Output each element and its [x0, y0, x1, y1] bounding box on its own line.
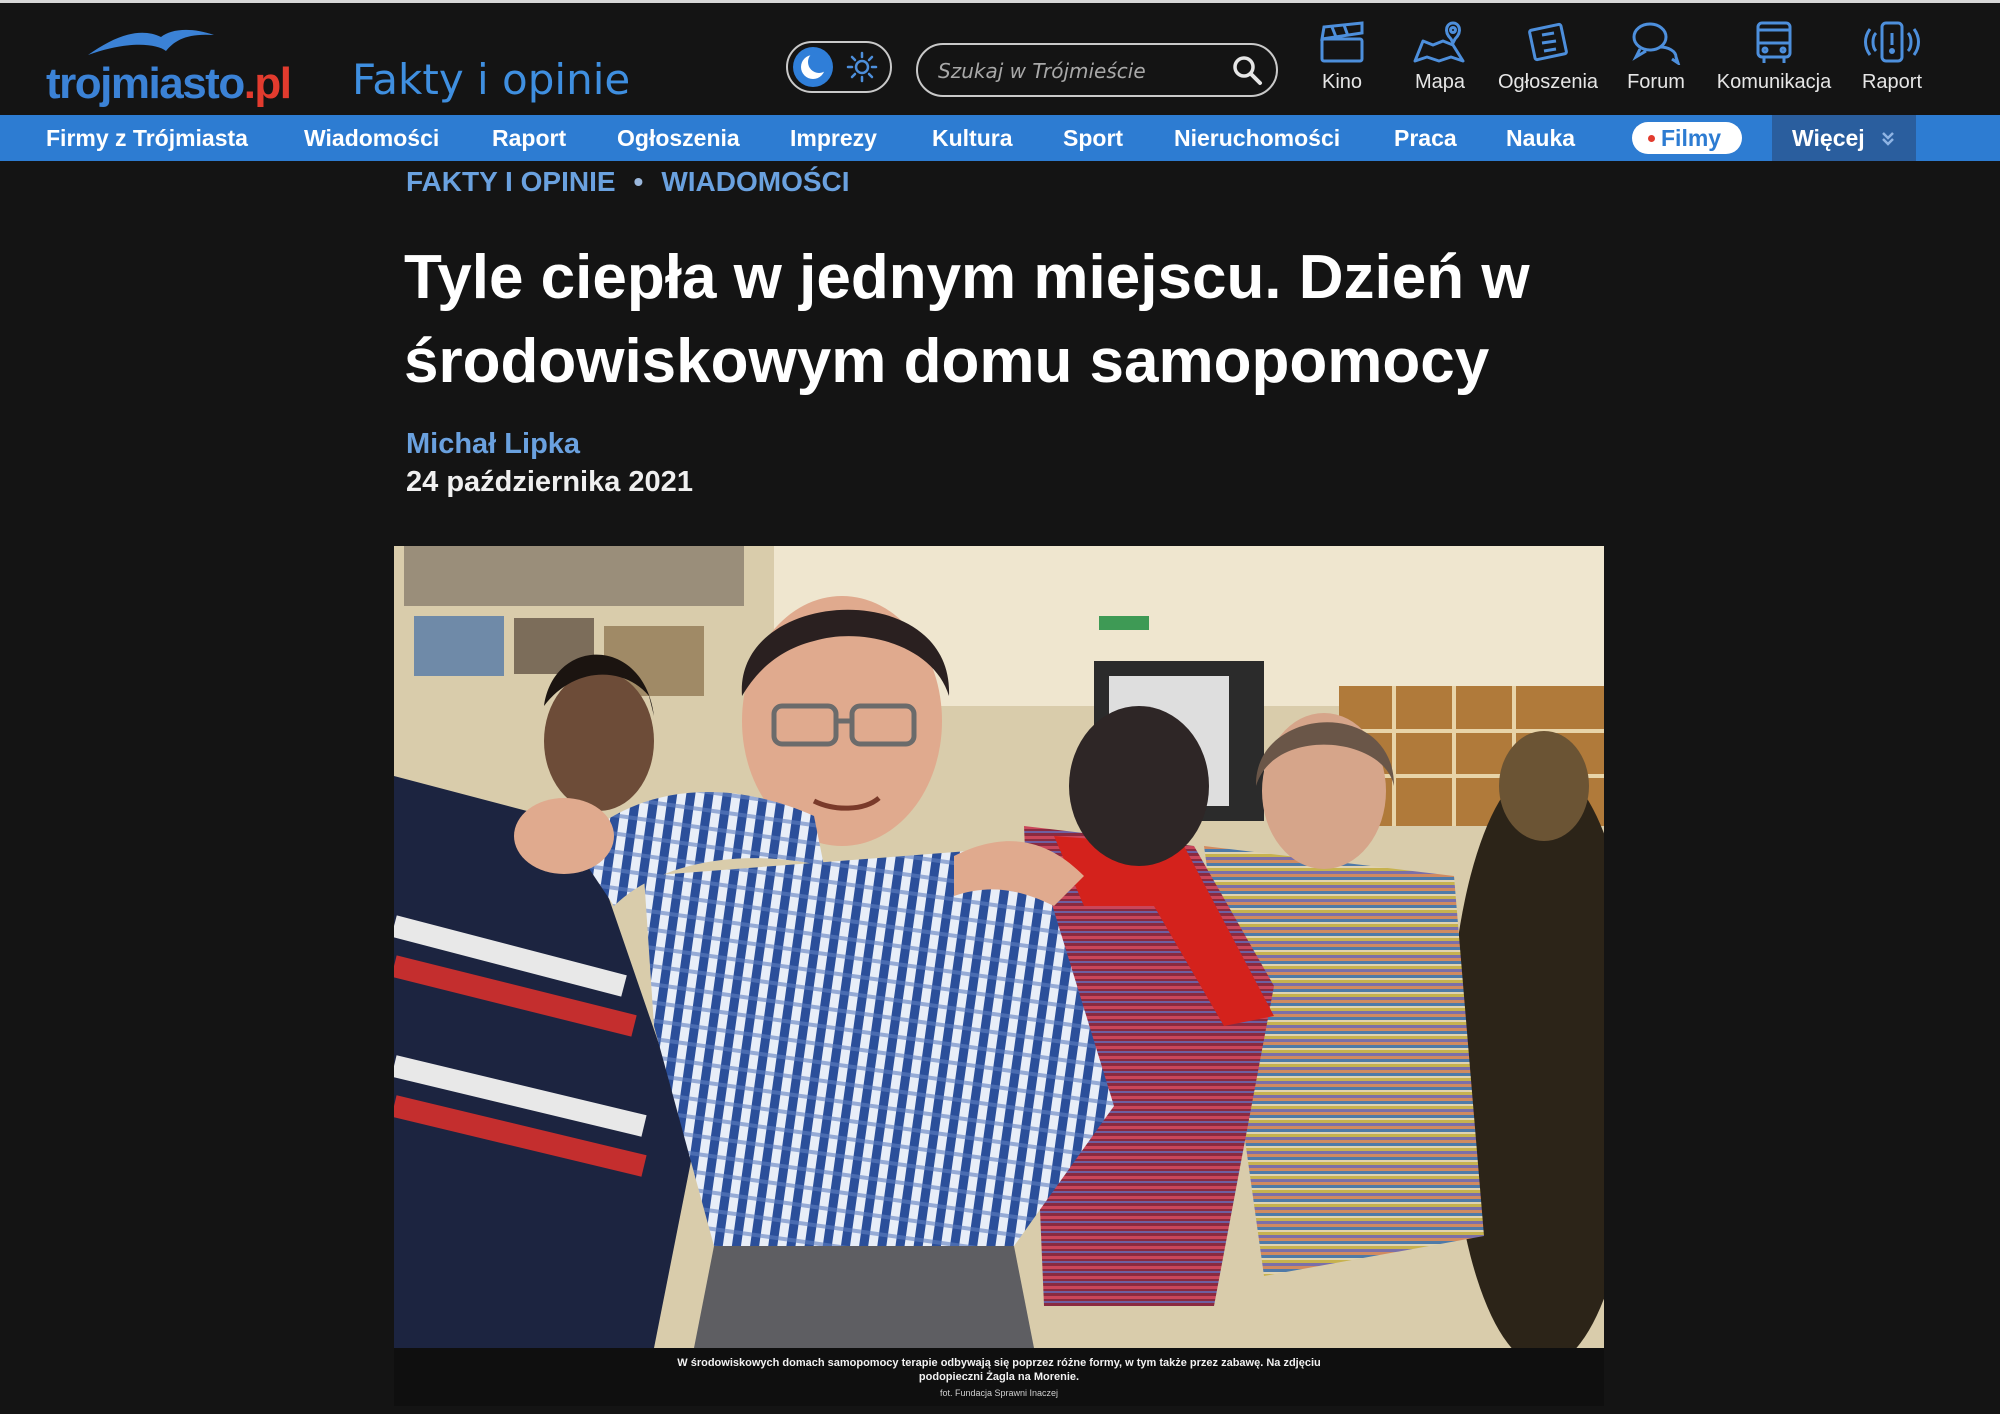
breadcrumb-fakty-i-opinie[interactable]: FAKTY I OPINIE — [406, 166, 616, 197]
breadcrumb: FAKTY I OPINIE • WIADOMOŚCI — [406, 166, 850, 198]
forum-icon — [1632, 22, 1681, 65]
breadcrumb-separator: • — [633, 166, 644, 197]
page: trojmiasto.pl Fakty i opinie Szukaj w Tr… — [0, 0, 2000, 1414]
nav-more-label: Więcej — [1792, 125, 1865, 151]
article-author[interactable]: Michał Lipka — [406, 428, 580, 461]
double-chevron-down-icon — [1882, 132, 1894, 146]
nav-item-filmy-label: Filmy — [1661, 125, 1722, 151]
nav-item-sport[interactable]: Sport — [1063, 115, 1123, 161]
search-icon — [1233, 56, 1262, 85]
sun-icon — [846, 51, 878, 83]
forum-link[interactable]: Forum — [1624, 21, 1688, 111]
phone-alert-icon — [1864, 21, 1920, 63]
nav-item-ogloszenia[interactable]: Ogłoszenia — [617, 115, 740, 161]
nav-more-dropdown[interactable]: Więcej — [1772, 115, 1916, 161]
classifieds-icon — [1528, 22, 1568, 62]
article-main-photo[interactable] — [394, 546, 1604, 1348]
bus-icon — [1756, 21, 1792, 63]
komunikacja-link[interactable]: Komunikacja — [1712, 21, 1836, 111]
logo-wordmark: trojmiasto.pl — [46, 59, 292, 109]
theme-toggle[interactable] — [786, 41, 892, 93]
raport-link[interactable]: Raport — [1856, 21, 1928, 111]
map-icon — [1413, 21, 1465, 63]
site-header: trojmiasto.pl Fakty i opinie Szukaj w Tr… — [0, 3, 2000, 115]
nav-item-nieruchomosci[interactable]: Nieruchomości — [1174, 115, 1340, 161]
nav-item-firmy[interactable]: Firmy z Trójmiasta — [46, 115, 248, 161]
nav-item-nauka[interactable]: Nauka — [1506, 115, 1575, 161]
search-box — [916, 43, 1278, 97]
photo-caption: W środowiskowych domach samopomocy terap… — [677, 1357, 1321, 1383]
search-input[interactable] — [936, 55, 1230, 87]
mapa-label: Mapa — [1414, 71, 1466, 93]
nav-item-imprezy[interactable]: Imprezy — [790, 115, 877, 161]
kino-label: Kino — [1321, 71, 1363, 93]
breadcrumb-wiadomosci[interactable]: WIADOMOŚCI — [661, 166, 849, 197]
main-navigation: Firmy z Trójmiasta Wiadomości Raport Ogł… — [0, 115, 2000, 161]
search-button[interactable] — [1230, 53, 1264, 87]
nav-item-praca[interactable]: Praca — [1394, 115, 1457, 161]
nav-item-kultura[interactable]: Kultura — [932, 115, 1013, 161]
live-dot-icon — [1648, 135, 1655, 142]
photo-credit: fot. Fundacja Sprawni Inaczej — [939, 1388, 1059, 1398]
nav-item-filmy[interactable]: Filmy — [1632, 122, 1742, 154]
seagull-logo-icon — [88, 29, 214, 55]
article-title: Tyle ciepła w jednym miejscu. Dzień w śr… — [404, 243, 1530, 396]
article-date: 24 października 2021 — [406, 466, 693, 498]
forum-label: Forum — [1627, 71, 1685, 93]
mapa-link[interactable]: Mapa — [1408, 21, 1472, 111]
moon-icon — [801, 51, 830, 79]
dark-mode-button[interactable] — [793, 47, 833, 87]
clapperboard-icon — [1320, 21, 1364, 63]
logo-wordmark-text: trojmiasto — [46, 59, 245, 108]
logo-wordmark-suffix: .pl — [243, 59, 292, 108]
section-title[interactable]: Fakty i opinie — [352, 55, 630, 104]
nav-item-wiadomosci[interactable]: Wiadomości — [304, 115, 439, 161]
raport-label: Raport — [1861, 71, 1923, 93]
light-mode-button[interactable] — [846, 51, 878, 83]
nav-item-raport[interactable]: Raport — [492, 115, 566, 161]
komunikacja-label: Komunikacja — [1716, 71, 1832, 93]
ogloszenia-label: Ogłoszenia — [1497, 71, 1599, 93]
kino-link[interactable]: Kino — [1314, 21, 1370, 111]
site-logo[interactable]: trojmiasto.pl — [46, 21, 292, 111]
ogloszenia-link[interactable]: Ogłoszenia — [1496, 21, 1600, 111]
photo-illustration — [394, 546, 1604, 1348]
photo-caption-bar: W środowiskowych domach samopomocy terap… — [394, 1348, 1604, 1406]
